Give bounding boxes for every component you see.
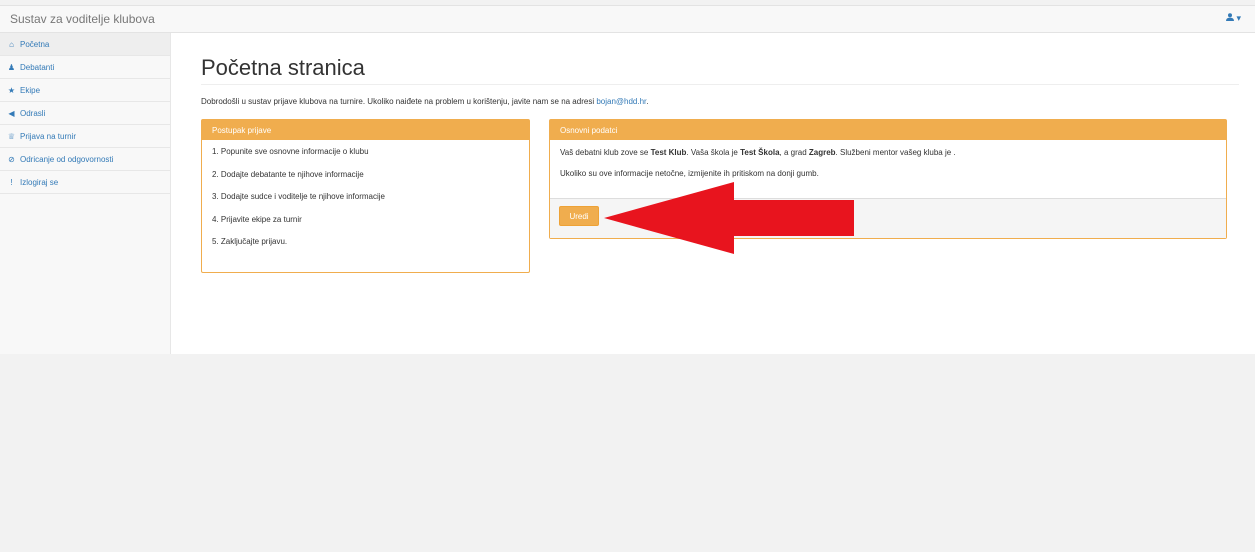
city-name: Zagreb [808, 148, 836, 157]
user-menu[interactable]: ▾ [1225, 13, 1241, 24]
bullhorn-icon: ◀ [8, 108, 15, 118]
list-item: 5. Zaključajte prijavu. [212, 237, 288, 246]
star-icon: ★ [7, 85, 16, 95]
sidebar-item-label: Debatanti [20, 62, 55, 72]
chevron-down-icon: ▾ [1236, 13, 1241, 23]
user-icon [1225, 13, 1237, 23]
club-info-text: Vaš debatni klub zove se Test Klub. Vaša… [560, 148, 1216, 157]
page-title: Početna stranica [201, 55, 365, 80]
welcome-end: . [646, 97, 649, 106]
club-name: Test Klub [650, 148, 687, 157]
red-arrow-annotation [604, 182, 854, 254]
list-item: 2. Dodajte debatante te njihove informac… [212, 169, 364, 179]
welcome-text: Dobrodošli u sustav prijave klubova na t… [201, 97, 597, 106]
app-brand[interactable]: Sustav za voditelje klubova [10, 12, 155, 26]
sidebar-item-logout[interactable]: ! Izlogiraj se [0, 171, 170, 194]
school-name: Test Škola [740, 148, 780, 157]
sidebar-item-label: Prijava na turnir [20, 131, 77, 141]
sidebar-item-prijava-na-turnir[interactable]: ♕ Prijava na turnir [0, 125, 170, 148]
sidebar-item-label: Odrasli [20, 108, 46, 118]
arrow-shape [604, 182, 854, 254]
home-icon: ⌂ [9, 39, 14, 49]
edit-button[interactable]: Uredi [559, 206, 599, 226]
exclamation-icon: ! [10, 177, 13, 187]
top-navbar: Sustav za voditelje klubova ▾ [0, 5, 1255, 33]
list-item: 3. Dodajte sudce i voditelje te njihove … [212, 192, 385, 201]
sidebar-item-odricanje[interactable]: ⊘ Odricanje od odgovornosti [0, 148, 170, 171]
contact-email-link[interactable]: bojan@hdd.hr [596, 97, 646, 106]
sidebar: ⌂ Početna ♟ Debatanti ★ Ekipe ◀ Odrasli … [0, 33, 171, 354]
welcome-message: Dobrodošli u sustav prijave klubova na t… [201, 97, 649, 106]
sidebar-item-debatanti[interactable]: ♟ Debatanti [0, 56, 170, 79]
sidebar-item-label: Početna [20, 39, 50, 49]
text-part: , a grad [779, 148, 809, 157]
sidebar-item-label: Odricanje od odgovornosti [20, 154, 114, 164]
sidebar-item-odrasli[interactable]: ◀ Odrasli [0, 102, 170, 125]
edit-hint-text: Ukoliko su ove informacije netočne, izmi… [560, 169, 819, 178]
panel-heading: Postupak prijave [202, 120, 529, 140]
user-icon: ♟ [7, 62, 16, 72]
page-background [0, 354, 1255, 552]
list-item: 1. Popunite sve osnovne informacije o kl… [212, 147, 369, 156]
title-divider [201, 84, 1239, 85]
panel-heading: Osnovni podatci [550, 120, 1226, 140]
sidebar-item-pocetna[interactable]: ⌂ Početna [0, 33, 170, 56]
sidebar-item-ekipe[interactable]: ★ Ekipe [0, 79, 170, 102]
steps-list: 1. Popunite sve osnovne informacije o kl… [202, 140, 529, 260]
text-part: Vaš debatni klub zove se [560, 148, 651, 157]
text-part: . Vaša škola je [686, 148, 741, 157]
sidebar-item-label: Izlogiraj se [20, 177, 59, 187]
panel-body: Vaš debatni klub zove se Test Klub. Vaša… [550, 140, 1226, 178]
ban-icon: ⊘ [8, 154, 15, 164]
text-part: . Službeni mentor vašeg kluba je . [835, 148, 956, 157]
registration-steps-panel: Postupak prijave 1. Popunite sve osnovne… [201, 119, 530, 273]
list-item: 4. Prijavite ekipe za turnir [212, 214, 302, 224]
trophy-icon: ♕ [7, 131, 16, 141]
sidebar-item-label: Ekipe [20, 85, 41, 95]
